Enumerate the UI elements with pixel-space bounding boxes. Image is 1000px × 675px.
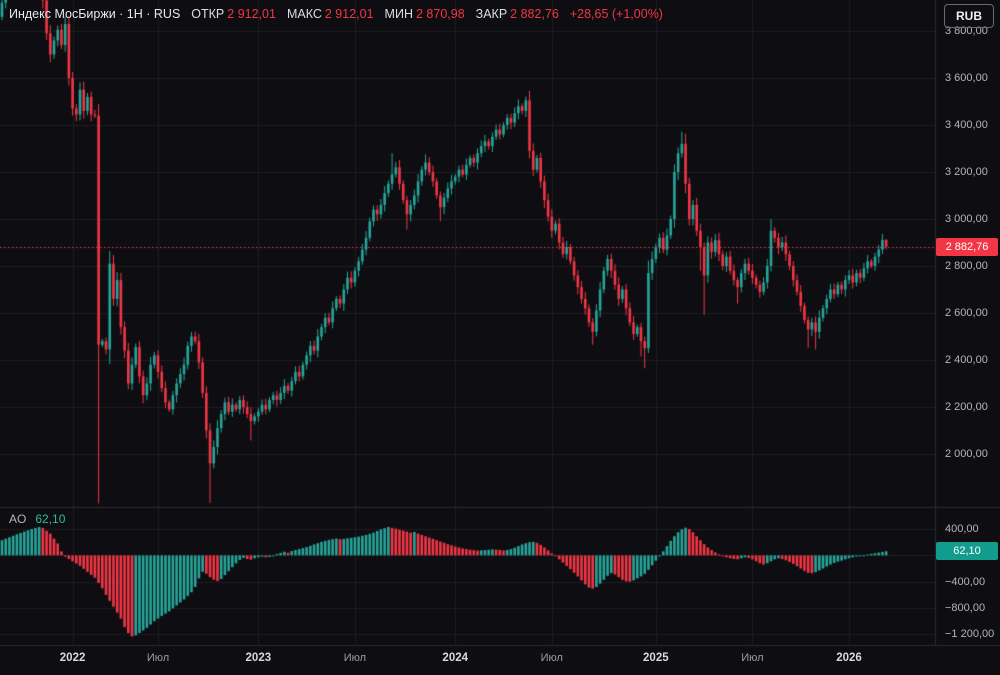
time-axis-label: Июл: [343, 652, 367, 664]
last-price-badge: 2 882,76: [936, 237, 998, 256]
ao-value-badge: 62,10: [936, 542, 998, 561]
trading-chart-window: Индекс МосБиржи · 1Н · RUS ОТКР 2 912,01 …: [0, 0, 1000, 675]
ao-indicator-legend: AO 62,10: [9, 512, 65, 526]
symbol-legend: Индекс МосБиржи · 1Н · RUS ОТКР 2 912,01 …: [9, 7, 663, 21]
axis-label: −1 200,00: [945, 628, 995, 641]
time-axis-label: 2023: [245, 652, 272, 664]
change-value: +28,65 (+1,00%): [569, 7, 663, 21]
axis-label: 2 800,00: [945, 260, 988, 272]
axis-label: −400,00: [945, 575, 986, 588]
open-label: ОТКР: [191, 7, 225, 21]
axis-label: 3 400,00: [945, 119, 988, 131]
ao-indicator-title[interactable]: AO: [9, 512, 26, 526]
axis-label: 3 200,00: [945, 166, 988, 178]
time-axis-label: Июл: [540, 652, 563, 664]
ohlc-low: МИН 2 870,98: [385, 7, 465, 21]
time-axis[interactable]: 2022 Июл 2023 Июл 2024 Июл 2025 Июл 2026: [0, 645, 1000, 675]
close-value: 2 882,76: [510, 7, 559, 21]
time-axis-label: Июл: [146, 652, 170, 664]
axis-label: 2 400,00: [945, 354, 988, 366]
time-axis-label: 2024: [442, 652, 469, 664]
axis-label: 400,00: [945, 523, 979, 535]
low-value: 2 870,98: [415, 7, 465, 21]
open-value: 2 912,01: [227, 7, 276, 21]
close-label: ЗАКР: [475, 7, 508, 21]
ohlc-open: ОТКР 2 912,01: [191, 7, 276, 21]
time-axis-label: Июл: [741, 652, 764, 664]
time-axis-label: 2026: [836, 652, 862, 664]
axis-label: 3 000,00: [945, 213, 988, 225]
ao-indicator-value: 62,10: [35, 512, 66, 526]
ohlc-high: МАКС 2 912,01: [287, 7, 374, 21]
ohlc-close: ЗАКР 2 882,76: [476, 7, 559, 21]
axis-label: 2 200,00: [945, 401, 988, 413]
time-axis-label: 2022: [59, 652, 86, 664]
high-value: 2 912,01: [324, 7, 374, 21]
currency-toggle-button[interactable]: RUB: [944, 4, 994, 28]
axis-label: 3 600,00: [945, 72, 988, 84]
ao-pane[interactable]: [0, 507, 935, 645]
axis-label: 2 600,00: [945, 307, 988, 319]
symbol-title[interactable]: Индекс МосБиржи · 1Н · RUS: [9, 7, 180, 21]
axis-label: 2 000,00: [945, 448, 988, 460]
high-label: МАКС: [286, 7, 322, 21]
time-axis-label: 2025: [643, 652, 669, 664]
price-pane[interactable]: [0, 0, 935, 507]
axis-label: −800,00: [945, 602, 986, 615]
low-label: МИН: [384, 7, 413, 21]
